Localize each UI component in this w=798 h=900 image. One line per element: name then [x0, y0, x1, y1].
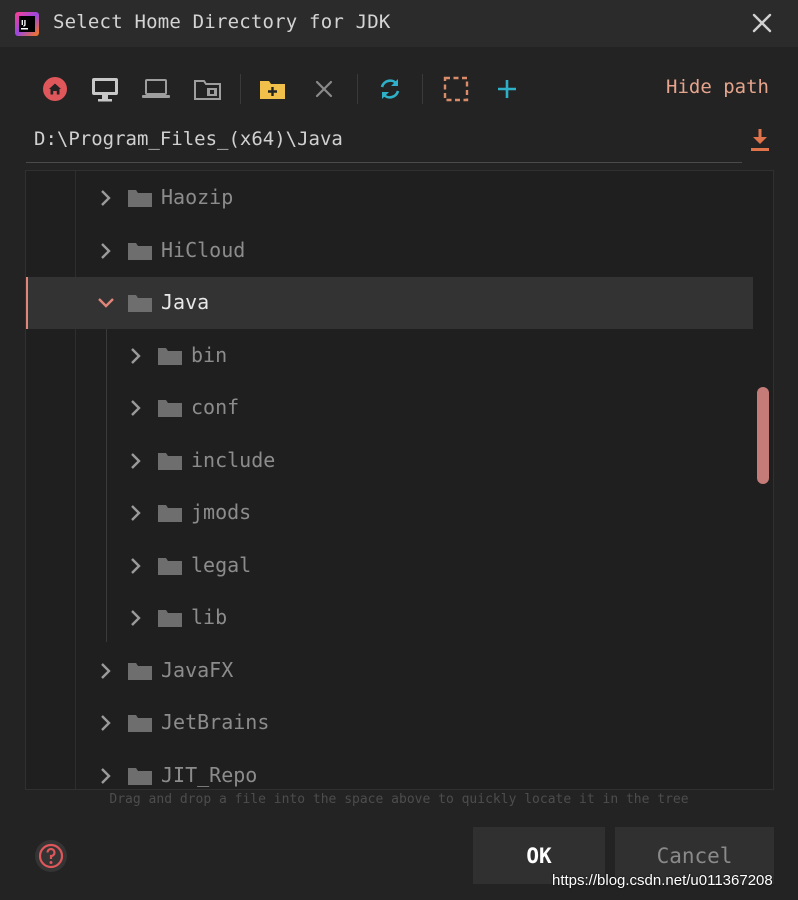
chevron-down-icon[interactable]: [96, 292, 116, 314]
chevron-right-icon[interactable]: [126, 555, 146, 577]
tree-item-label: jmods: [191, 500, 252, 524]
folder-icon: [128, 662, 152, 680]
download-icon[interactable]: [748, 126, 772, 154]
chevron-right-icon[interactable]: [126, 345, 146, 367]
chevron-right-icon[interactable]: [126, 450, 146, 472]
tree-row[interactable]: legal: [26, 540, 753, 592]
desktop-icon[interactable]: [90, 74, 120, 104]
tree-item-label: bin: [191, 342, 228, 367]
tree-item-label: Java: [161, 290, 210, 314]
chevron-right-icon[interactable]: [126, 502, 146, 524]
folder-icon: [128, 295, 152, 312]
tree-row[interactable]: HiCloud: [26, 225, 753, 277]
refresh-icon[interactable]: [375, 74, 405, 104]
folder-icon: [158, 505, 182, 522]
intellij-icon: IJ: [15, 12, 39, 36]
tree-row[interactable]: Haozip: [26, 172, 753, 224]
tree-item-label: legal: [191, 552, 252, 577]
chevron-right-icon[interactable]: [96, 240, 116, 262]
delete-icon[interactable]: [309, 74, 339, 104]
chevron-right-icon[interactable]: [96, 712, 116, 734]
tree-row[interactable]: conf: [26, 382, 753, 434]
toolbar-separator: [240, 74, 241, 104]
tree-scrollbar[interactable]: [757, 387, 769, 484]
help-icon[interactable]: [33, 838, 69, 874]
chevron-right-icon[interactable]: [96, 765, 116, 787]
folder-icon: [158, 452, 182, 470]
tree-row[interactable]: include: [26, 435, 753, 487]
folder-icon: [128, 190, 152, 207]
tree-item-label: JavaFX: [161, 657, 234, 682]
chevron-right-icon[interactable]: [96, 187, 116, 209]
select-area-icon[interactable]: [441, 74, 471, 104]
watermark: https://blog.csdn.net/u011367208: [552, 872, 773, 889]
tree-item-label: Haozip: [161, 185, 234, 209]
close-icon[interactable]: [748, 9, 776, 37]
tree-item-label: conf: [191, 395, 240, 419]
folder-icon: [158, 347, 182, 365]
folder-icon: [128, 242, 152, 260]
path-input[interactable]: D:\Program_Files_(x64)\Java: [26, 121, 742, 163]
tree-row[interactable]: Java: [26, 277, 753, 329]
tree-row[interactable]: lib: [26, 592, 753, 644]
add-icon[interactable]: [492, 74, 522, 104]
folder-icon: [158, 610, 182, 627]
tree-row[interactable]: JetBrains: [26, 697, 753, 749]
tree-item-label: JetBrains: [161, 710, 270, 734]
drag-drop-hint: Drag and drop a file into the space abov…: [109, 792, 689, 807]
laptop-icon[interactable]: [141, 74, 171, 104]
toolbar-separator: [422, 74, 423, 104]
chevron-right-icon[interactable]: [126, 607, 146, 629]
chevron-right-icon[interactable]: [96, 660, 116, 682]
module-folder-icon[interactable]: [193, 74, 223, 104]
folder-icon: [158, 557, 182, 575]
toolbar-separator: [357, 74, 358, 104]
tree-item-label: JIT_Repo: [161, 762, 258, 787]
tree-item-label: include: [191, 447, 276, 472]
folder-icon: [128, 715, 152, 732]
path-value[interactable]: D:\Program_Files_(x64)\Java: [34, 128, 343, 150]
hide-path-link[interactable]: Hide path: [666, 76, 769, 98]
home-icon[interactable]: [40, 74, 70, 104]
tree-row[interactable]: JavaFX: [26, 645, 753, 697]
folder-icon: [128, 767, 152, 785]
window-title: Select Home Directory for JDK: [53, 11, 391, 33]
svg-text:IJ: IJ: [21, 19, 26, 27]
tree-row[interactable]: JIT_Repo: [26, 750, 753, 790]
directory-tree[interactable]: Haozip HiCloud Java bin conf include jmods lega…: [25, 170, 774, 790]
new-folder-icon[interactable]: [258, 74, 288, 104]
tree-row[interactable]: bin: [26, 330, 753, 382]
tree-row[interactable]: jmods: [26, 487, 753, 539]
folder-icon: [158, 400, 182, 417]
tree-item-label: HiCloud: [161, 237, 246, 262]
tree-item-label: lib: [191, 605, 228, 629]
title-bar: IJ Select Home Directory for JDK: [0, 0, 798, 47]
chevron-right-icon[interactable]: [126, 397, 146, 419]
